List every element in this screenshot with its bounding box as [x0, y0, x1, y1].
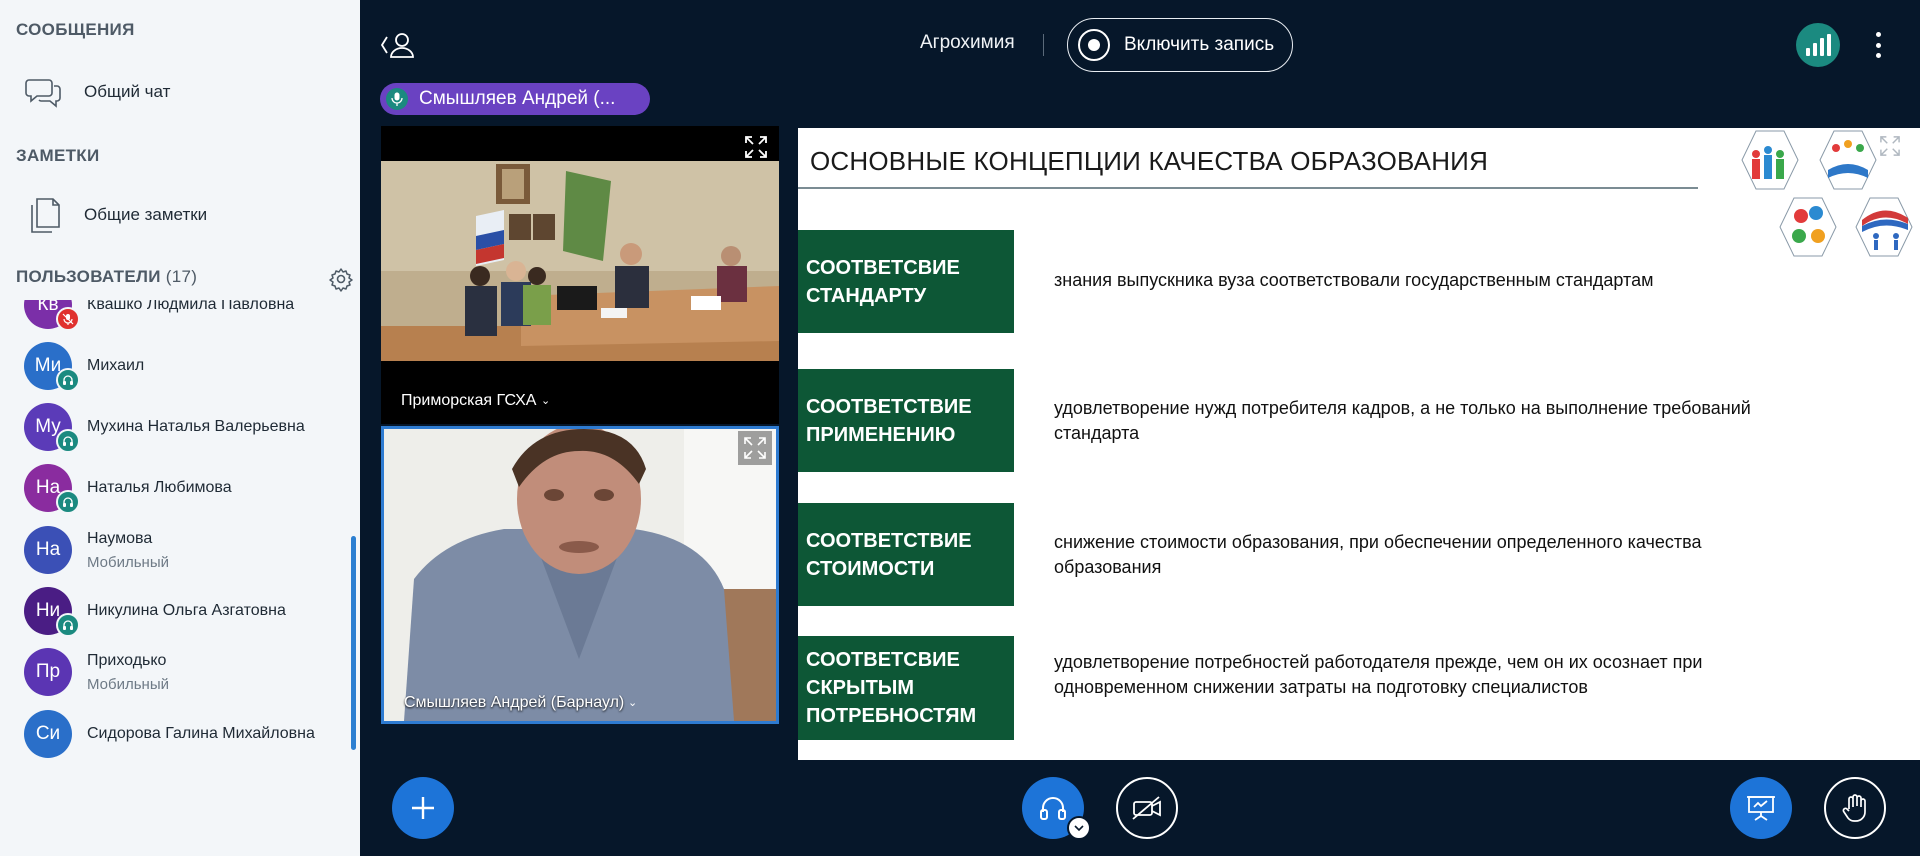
user-client-type: Мобильный	[87, 676, 169, 693]
public-chat-link[interactable]: Общий чат	[0, 63, 340, 121]
users-list-scrollbar[interactable]	[351, 536, 356, 750]
microphone-icon	[386, 88, 408, 110]
concept-description: удовлетворение потребностей работодателя…	[1054, 652, 1703, 697]
meeting-title: Агрохимия	[920, 32, 1015, 53]
record-label: Включить запись	[1124, 34, 1275, 55]
avatar: На	[24, 526, 72, 574]
user-settings-gear-icon[interactable]	[328, 266, 354, 292]
video-2-name[interactable]: Смышляев Андрей (Барнаул)	[404, 694, 624, 712]
users-section-title: ПОЛЬЗОВАТЕЛИ (17)	[16, 267, 197, 287]
webcam-video-1[interactable]: Приморская ГСХА ⌄	[381, 126, 779, 424]
actions-plus-button[interactable]	[392, 777, 454, 839]
concept-description: удовлетворение нужд потребителя кадров, …	[1054, 398, 1751, 443]
concept-label-line: СТАНДАРТУ	[806, 284, 927, 307]
presentation-slide: ОСНОВНЫЕ КОНЦЕПЦИИ КАЧЕСТВА ОБРАЗОВАНИЯ …	[798, 128, 1920, 760]
concept-label-box: СООТВЕТСВИЕ СКРЫТЫМ ПОТРЕБНОСТЯМ	[798, 636, 1014, 740]
video-1-name[interactable]: Приморская ГСХА	[401, 392, 536, 410]
raise-hand-button[interactable]	[1824, 777, 1886, 839]
camera-off-icon	[1132, 796, 1161, 820]
hand-icon	[1842, 794, 1866, 822]
user-list-item[interactable]: Си Сидорова Галина Михайловна	[0, 696, 350, 771]
users-title-text: ПОЛЬЗОВАТЕЛИ	[16, 267, 161, 286]
concept-label-line: СООТВЕТСВИЕ	[806, 256, 960, 279]
concept-label-box: СООТВЕТСТВИЕ СТОИМОСТИ	[798, 503, 1014, 606]
messages-section-title: СООБЩЕНИЯ	[16, 20, 135, 39]
concept-label-line: СООТВЕТСВИЕ	[806, 649, 960, 671]
concept-description: снижение стоимости образования, при обес…	[1054, 532, 1702, 577]
presentation-board-icon	[1747, 796, 1775, 821]
user-list-sidebar: СООБЩЕНИЯ Общий чат ЗАМЕТКИ Общие заметк…	[0, 0, 360, 856]
record-button[interactable]: Включить запись	[1067, 18, 1293, 72]
fullscreen-expand-icon[interactable]	[738, 431, 772, 465]
toggle-userlist-button[interactable]	[380, 30, 416, 60]
notes-section-title: ЗАМЕТКИ	[16, 146, 100, 165]
options-menu-icon[interactable]	[1866, 28, 1890, 62]
slide-title-rule	[798, 187, 1698, 189]
concept-label-line: СООТВЕТСТВИЕ	[806, 395, 972, 418]
room-video-frame	[381, 126, 779, 424]
users-count: (17)	[165, 267, 198, 286]
user-name: Приходько	[87, 652, 167, 669]
user-name: Михаил	[87, 357, 145, 374]
plus-icon	[412, 797, 434, 819]
concept-label-line: СКРЫТЫМ	[806, 677, 915, 699]
user-client-type: Мобильный	[87, 554, 169, 571]
headphones-icon	[1040, 797, 1066, 820]
avatar: Си	[24, 710, 72, 758]
signal-bar	[1819, 38, 1824, 56]
concept-label-line: СООТВЕТСТВИЕ	[806, 529, 972, 552]
concept-label-box: СООТВЕТСТВИЕ ПРИМЕНЕНИЮ	[798, 369, 1014, 472]
user-name: Квашко Людмила Павловна	[87, 300, 295, 313]
concept-label-box: СООТВЕТСВИЕ СТАНДАРТУ	[798, 230, 1014, 333]
fullscreen-expand-icon[interactable]	[739, 130, 773, 164]
chevron-down-icon: ⌄	[541, 395, 551, 407]
user-name: Наталья Любимова	[87, 479, 232, 496]
user-name: Сидорова Галина Михайловна	[87, 725, 315, 742]
concept-label-line: ПОТРЕБНОСТЯМ	[806, 705, 977, 727]
user-name: Наумова	[87, 530, 153, 547]
chat-bubbles-icon	[20, 68, 68, 116]
public-chat-label: Общий чат	[84, 82, 171, 101]
title-divider	[1043, 34, 1044, 56]
signal-bar	[1805, 48, 1810, 56]
talking-indicator[interactable]: Смышляев Андрей (...	[380, 83, 650, 115]
slide-title: ОСНОВНЫЕ КОНЦЕПЦИИ КАЧЕСТВА ОБРАЗОВАНИЯ	[810, 146, 1489, 176]
avatar: Пр	[24, 648, 72, 696]
presenter-video-frame	[384, 429, 776, 721]
listen-only-headphones-icon	[56, 490, 80, 514]
notes-document-icon	[20, 191, 68, 239]
concept-label-line: ПРИМЕНЕНИЮ	[806, 423, 956, 446]
share-webcam-button[interactable]	[1116, 777, 1178, 839]
user-name: Мухина Наталья Валерьевна	[87, 418, 305, 435]
connection-status-button[interactable]	[1796, 23, 1840, 67]
users-list: Кв Квашко Людмила Павловна Ми Михаил Му Мухин…	[0, 300, 350, 856]
talker-name: Смышляев Андрей (...	[419, 88, 616, 109]
signal-bar	[1812, 43, 1817, 56]
presentation-button[interactable]	[1730, 777, 1792, 839]
signal-bar	[1826, 34, 1831, 56]
shared-notes-label: Общие заметки	[84, 205, 208, 224]
webcam-video-2[interactable]: Смышляев Андрей (Барнаул) ⌄	[381, 426, 779, 724]
slide-fullscreen-icon[interactable]	[1880, 136, 1906, 162]
shared-notes-link[interactable]: Общие заметки	[0, 186, 340, 244]
audio-options-chevron-icon[interactable]	[1067, 816, 1091, 840]
concept-label-line: СТОИМОСТИ	[806, 557, 935, 580]
record-icon	[1078, 29, 1110, 61]
chevron-down-icon: ⌄	[628, 697, 638, 709]
user-name: Никулина Ольга Азгатовна	[87, 602, 286, 619]
